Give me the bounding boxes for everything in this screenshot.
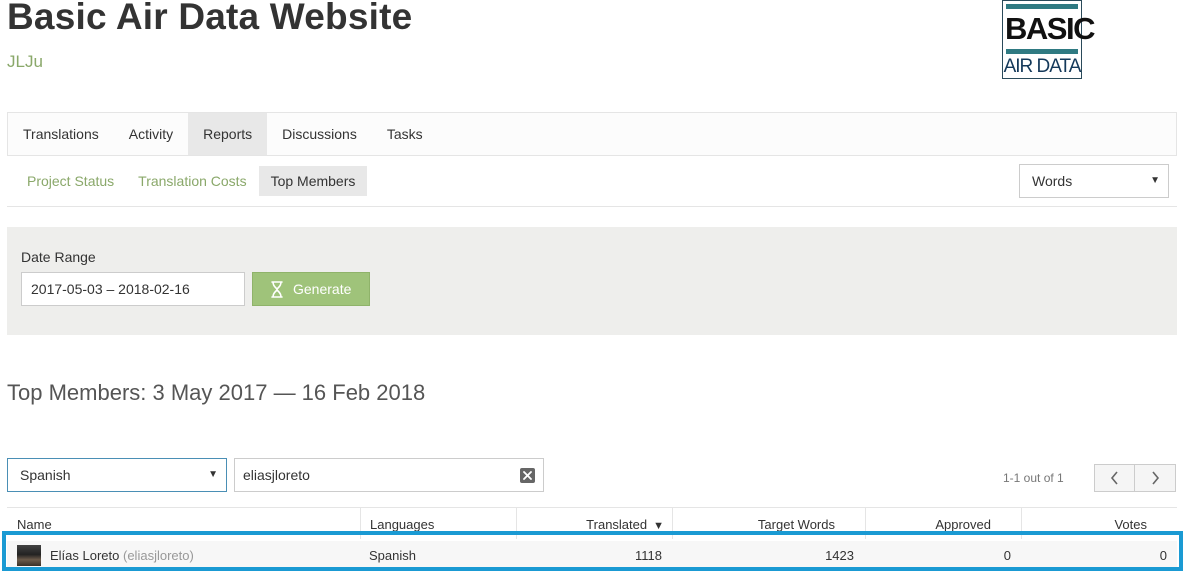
logo-bar-top (1006, 4, 1078, 9)
project-logo: BASIC AIR DATA (1002, 0, 1095, 79)
generate-button[interactable]: Generate (252, 272, 370, 306)
caret-down-icon: ▼ (208, 469, 218, 480)
tab-reports[interactable]: Reports (188, 113, 268, 155)
page-title: Basic Air Data Website (7, 0, 413, 37)
reports-subnav: Project Status Translation Costs Top Mem… (7, 156, 1177, 207)
subnav-top-members[interactable]: Top Members (258, 166, 368, 196)
logo-bar-bottom (1006, 49, 1078, 54)
member-search-value: eliasjloreto (243, 467, 310, 483)
logo-text-line1: BASIC (1005, 11, 1095, 46)
subnav-project-status[interactable]: Project Status (15, 166, 126, 196)
next-page-button[interactable] (1135, 465, 1175, 491)
pager (1094, 464, 1176, 492)
logo-text-line2: AIR DATA (1003, 56, 1082, 77)
unit-select[interactable]: Words ▼ (1019, 164, 1169, 198)
tab-discussions[interactable]: Discussions (267, 113, 372, 155)
member-search-input[interactable]: eliasjloreto (234, 458, 544, 492)
language-select[interactable]: Spanish ▼ (7, 458, 227, 492)
chevron-right-icon (1151, 471, 1159, 485)
unit-select-value: Words (1032, 173, 1073, 189)
main-nav: Translations Activity Reports Discussion… (7, 112, 1177, 156)
tab-activity[interactable]: Activity (114, 113, 188, 155)
row-highlight-frame (2, 531, 1183, 571)
paging-info: 1-1 out of 1 (1003, 471, 1064, 485)
language-select-value: Spanish (20, 467, 71, 483)
tab-tasks[interactable]: Tasks (372, 113, 438, 155)
project-owner-link[interactable]: JLJu (7, 52, 43, 72)
report-heading: Top Members: 3 May 2017 — 16 Feb 2018 (7, 380, 426, 405)
hourglass-icon (271, 281, 283, 298)
subnav-translation-costs[interactable]: Translation Costs (126, 166, 258, 196)
previous-page-button[interactable] (1095, 465, 1135, 491)
caret-down-icon: ▼ (1150, 175, 1160, 186)
generate-button-label: Generate (293, 281, 352, 297)
clear-search-icon[interactable] (520, 468, 535, 483)
chevron-left-icon (1110, 471, 1118, 485)
tab-translations[interactable]: Translations (8, 113, 114, 155)
column-header-translated-label: Translated (586, 517, 648, 532)
date-filter-panel: Date Range 2017-05-03 – 2018-02-16 Gener… (7, 227, 1177, 335)
date-range-input[interactable]: 2017-05-03 – 2018-02-16 (21, 272, 245, 306)
date-range-label: Date Range (21, 249, 96, 265)
